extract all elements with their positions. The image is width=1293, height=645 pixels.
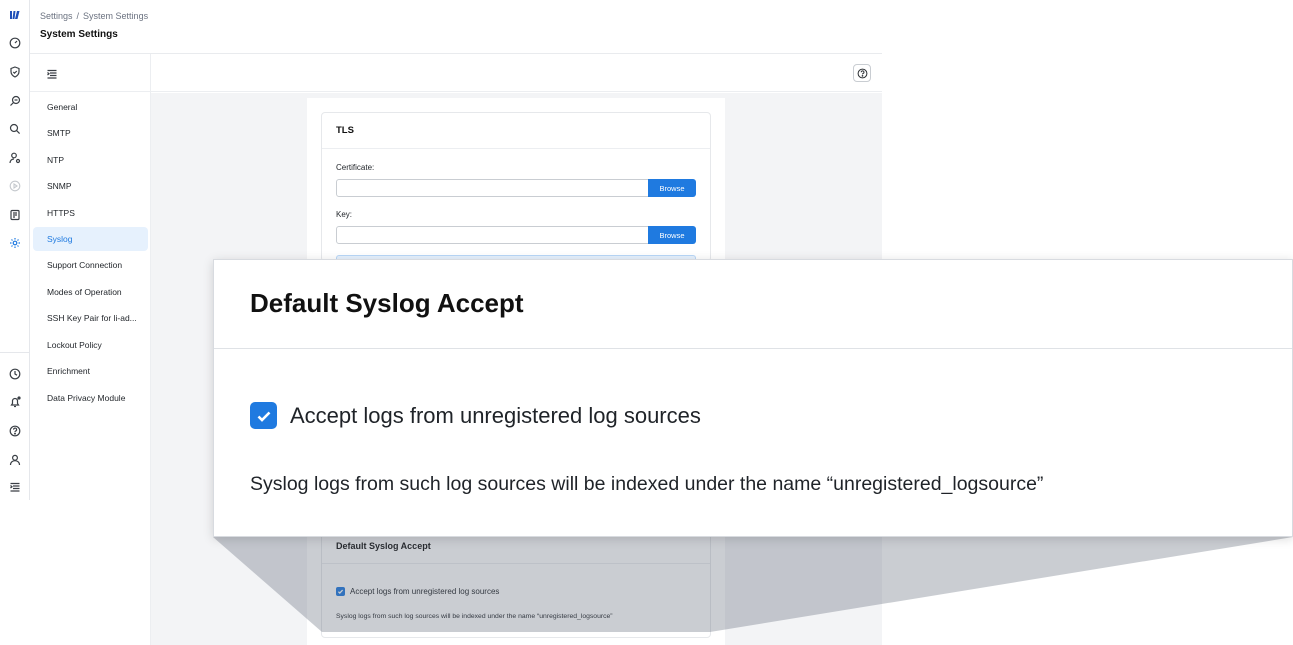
nav-item-data-privacy-module[interactable]: Data Privacy Module	[33, 386, 148, 410]
breadcrumb: Settings / System Settings	[40, 11, 148, 21]
play-icon[interactable]	[7, 178, 23, 194]
notification-icon[interactable]	[7, 394, 23, 410]
content-toolbar	[151, 54, 882, 92]
settings-nav-header	[30, 54, 150, 92]
accept-unregistered-checkbox[interactable]	[336, 587, 345, 596]
page-header: Settings / System Settings System Settings	[30, 0, 882, 54]
nav-item-modes-of-operation[interactable]: Modes of Operation	[33, 280, 148, 304]
key-field[interactable]	[336, 226, 649, 244]
nav-item-ssh-key-pair[interactable]: SSH Key Pair for li-ad...	[33, 306, 148, 330]
dashboard-icon[interactable]	[7, 35, 23, 51]
nav-item-https[interactable]: HTTPS	[33, 201, 148, 225]
syslog-accept-card: Default Syslog Accept Accept logs from u…	[321, 528, 711, 638]
icon-rail	[0, 0, 30, 500]
report-icon[interactable]	[7, 207, 23, 223]
nav-item-support-connection[interactable]: Support Connection	[33, 253, 148, 277]
accept-unregistered-label: Accept logs from unregistered log source…	[350, 587, 500, 596]
help-icon[interactable]	[7, 423, 23, 439]
nav-item-syslog[interactable]: Syslog	[33, 227, 148, 251]
certificate-field[interactable]	[336, 179, 649, 197]
certificate-label: Certificate:	[336, 163, 375, 172]
gear-icon[interactable]	[7, 235, 23, 251]
page-title: System Settings	[40, 29, 118, 40]
collapse-menu-icon[interactable]	[46, 67, 58, 79]
user-settings-icon[interactable]	[7, 150, 23, 166]
help-icon	[857, 68, 867, 78]
investigate-icon[interactable]	[7, 93, 23, 109]
zoom-syslog-note: Syslog logs from such log sources will b…	[250, 473, 1044, 495]
rail-divider	[0, 352, 30, 353]
nav-item-enrichment[interactable]: Enrichment	[33, 359, 148, 383]
zoom-callout-title: Default Syslog Accept	[250, 288, 524, 318]
shield-icon[interactable]	[7, 64, 23, 80]
breadcrumb-settings-link[interactable]: Settings	[40, 11, 73, 21]
syslog-accept-note: Syslog logs from such log sources will b…	[336, 613, 613, 620]
breadcrumb-current: System Settings	[83, 11, 149, 21]
zoom-accept-checkbox[interactable]	[250, 402, 277, 429]
certificate-browse-button[interactable]: Browse	[648, 179, 696, 197]
checkmark-icon	[257, 411, 270, 422]
clock-icon[interactable]	[7, 366, 23, 382]
user-icon[interactable]	[7, 452, 23, 468]
nav-item-snmp[interactable]: SNMP	[33, 174, 148, 198]
zoom-callout: Default Syslog Accept Accept logs from u…	[213, 259, 1293, 537]
menu-icon[interactable]	[7, 479, 23, 495]
logo-icon[interactable]	[7, 7, 23, 23]
nav-item-ntp[interactable]: NTP	[33, 148, 148, 172]
tls-card: TLS Certificate: Browse Key: Browse	[321, 112, 711, 263]
help-button[interactable]	[853, 64, 871, 82]
nav-item-lockout-policy[interactable]: Lockout Policy	[33, 333, 148, 357]
zoom-callout-header: Default Syslog Accept	[214, 260, 1292, 349]
nav-item-general[interactable]: General	[33, 95, 148, 119]
breadcrumb-separator: /	[76, 11, 80, 21]
search-icon[interactable]	[7, 121, 23, 137]
nav-item-smtp[interactable]: SMTP	[33, 121, 148, 145]
key-browse-button[interactable]: Browse	[648, 226, 696, 244]
settings-nav: General SMTP NTP SNMP HTTPS Syslog Suppo…	[30, 54, 151, 645]
tls-card-title: TLS	[322, 113, 710, 149]
key-label: Key:	[336, 210, 353, 219]
zoom-accept-label: Accept logs from unregistered log source…	[290, 403, 701, 428]
